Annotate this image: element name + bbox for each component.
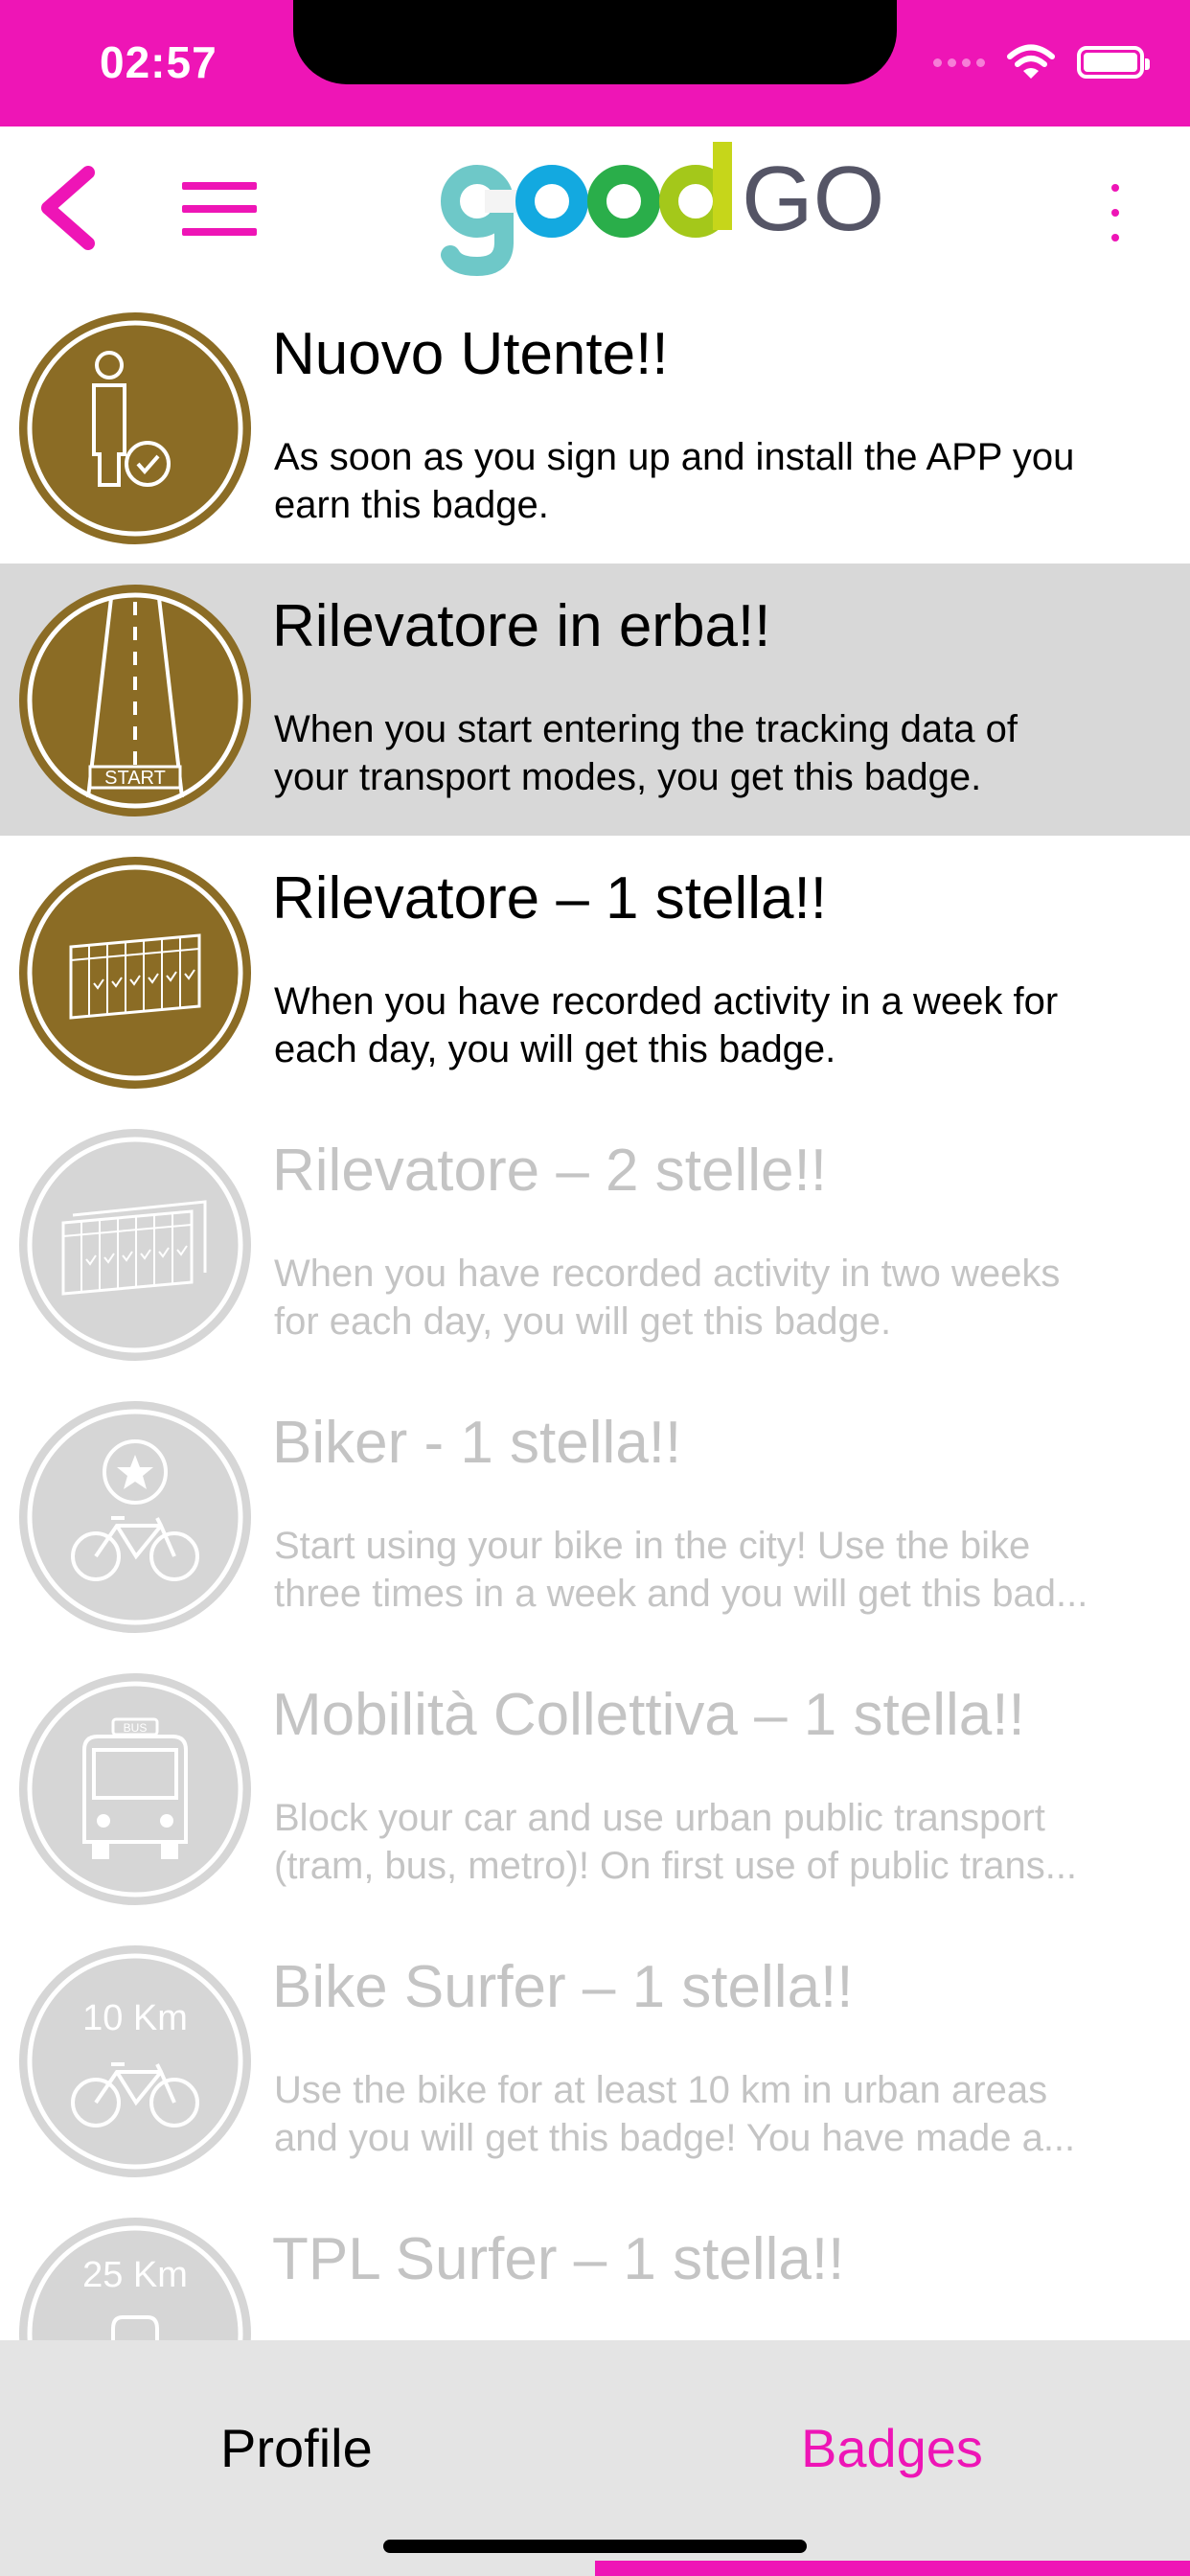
tab-badges[interactable]: Badges <box>801 2417 983 2479</box>
home-indicator[interactable] <box>383 2540 807 2553</box>
signal-icon <box>933 58 985 67</box>
notch <box>293 0 897 84</box>
svg-text:BUS: BUS <box>124 1721 148 1735</box>
badge-description: Use the bike for at least 10 km in urban… <box>274 2069 1076 2159</box>
badge-row-mobilita-collettiva[interactable]: BUS Mobilità Collettiva – 1 stella!! Blo… <box>0 1652 1190 1924</box>
bus-icon: BUS <box>17 1671 253 1907</box>
badge-title: Bike Surfer – 1 stella!! <box>272 1954 854 2020</box>
battery-icon <box>1077 46 1150 79</box>
bus-25km-icon: 25 Km <box>17 2216 253 2340</box>
badge-title: Rilevatore – 2 stelle!! <box>272 1138 827 1204</box>
status-icons <box>933 44 1150 80</box>
badge-row-biker-1-stella[interactable]: Biker - 1 stella!! Start using your bike… <box>0 1380 1190 1652</box>
calendar-week-icon <box>17 855 253 1091</box>
back-arrow-icon[interactable] <box>34 165 102 251</box>
more-options-icon[interactable] <box>1104 184 1127 242</box>
active-tab-indicator <box>595 2561 1190 2576</box>
goodgo-logo: GO <box>441 142 884 276</box>
badge-row-rilevatore-in-erba[interactable]: START Rilevatore in erba!! When you star… <box>0 564 1190 836</box>
bike-star-icon <box>17 1399 253 1635</box>
bike-10km-icon: 10 Km <box>17 1944 253 2179</box>
logo-go-text: GO <box>742 148 884 250</box>
badge-row-tpl-surfer[interactable]: 25 Km TPL Surfer – 1 stella!! <box>0 2196 1190 2340</box>
svg-text:START: START <box>104 768 166 789</box>
status-bar: 02:57 <box>0 0 1190 126</box>
road-start-icon: START <box>17 583 253 818</box>
status-time: 02:57 <box>100 37 217 87</box>
badge-row-rilevatore-2-stelle[interactable]: Rilevatore – 2 stelle!! When you have re… <box>0 1108 1190 1380</box>
badge-row-nuovo-utente[interactable]: Nuovo Utente!! As soon as you sign up an… <box>0 291 1190 564</box>
badge-description: Start using your bike in the city! Use t… <box>274 1525 1088 1615</box>
badge-row-rilevatore-1-stella[interactable]: Rilevatore – 1 stella!! When you have re… <box>0 836 1190 1108</box>
badge-row-bike-surfer[interactable]: 10 Km Bike Surfer – 1 stella!! Use the b… <box>0 1924 1190 2196</box>
badge-description: When you have recorded activity in two w… <box>274 1253 1061 1343</box>
badge-description: When you start entering the tracking dat… <box>274 708 1018 798</box>
badge-title: Biker - 1 stella!! <box>272 1410 682 1476</box>
hamburger-menu-icon[interactable] <box>182 182 257 236</box>
badge-description: When you have recorded activity in a wee… <box>274 980 1059 1070</box>
badge-title: Rilevatore – 1 stella!! <box>272 865 827 932</box>
svg-text:25 Km: 25 Km <box>82 2255 188 2295</box>
tab-profile[interactable]: Profile <box>220 2417 373 2479</box>
badge-list[interactable]: Nuovo Utente!! As soon as you sign up an… <box>0 291 1190 2340</box>
svg-text:10 Km: 10 Km <box>82 1998 188 2038</box>
badge-title: Mobilità Collettiva – 1 stella!! <box>272 1682 1025 1748</box>
wifi-icon <box>1007 44 1055 79</box>
user-check-icon <box>17 310 253 546</box>
badge-title: Nuovo Utente!! <box>272 321 669 387</box>
badge-title: Rilevatore in erba!! <box>272 593 771 659</box>
nav-bar: GO <box>0 126 1190 291</box>
calendar-two-weeks-icon <box>17 1127 253 1363</box>
badge-description: Block your car and use urban public tran… <box>274 1797 1078 1887</box>
badge-description: As soon as you sign up and install the A… <box>274 436 1075 526</box>
badge-title: TPL Surfer – 1 stella!! <box>272 2226 845 2292</box>
